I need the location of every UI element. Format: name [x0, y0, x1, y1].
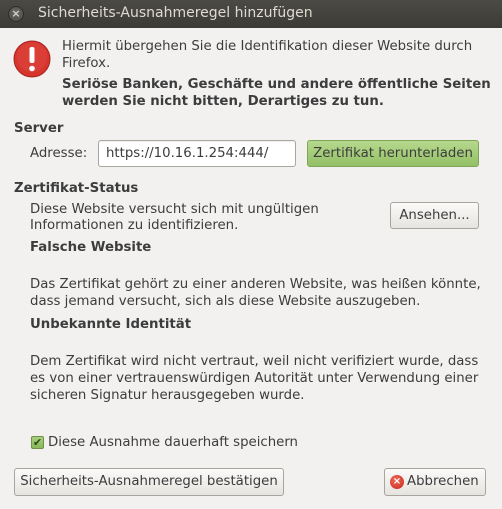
view-certificate-button[interactable]: Ansehen...	[390, 202, 479, 229]
checkmark-icon: ✔	[32, 436, 43, 449]
address-label: Adresse:	[30, 146, 88, 161]
download-certificate-button[interactable]: Zertifikat herunterladen	[307, 140, 479, 167]
wrong-site-text-line-2: dass jemand versucht, sich als diese Web…	[30, 294, 421, 309]
cancel-icon: ×	[390, 475, 404, 489]
server-heading: Server	[14, 121, 64, 136]
window-close-button[interactable]: ×	[8, 6, 24, 22]
permanent-exception-checkbox[interactable]: ✔	[31, 436, 44, 449]
unknown-identity-text-line-2: es von einer vertrauenswürdigen Autoritä…	[30, 371, 479, 386]
warning-exclamation-icon	[13, 40, 51, 78]
intro-text-line-2: Firefox.	[62, 56, 111, 71]
certificate-status-heading: Zertifikat-Status	[14, 181, 139, 196]
permanent-exception-label[interactable]: Diese Ausnahme dauerhaft speichern	[48, 435, 298, 450]
intro-text-line-1: Hiermit übergehen Sie die Identifikation…	[62, 39, 473, 54]
add-security-exception-dialog: × Sicherheits-Ausnahmeregel hinzufügen H…	[0, 0, 502, 509]
status-description-line-1: Diese Website versucht sich mit ungültig…	[30, 202, 319, 217]
close-icon: ×	[11, 7, 21, 20]
cancel-button-label: Abbrechen	[407, 474, 479, 489]
address-input[interactable]	[98, 140, 296, 167]
wrong-site-heading: Falsche Website	[30, 240, 152, 255]
title-bar: × Sicherheits-Ausnahmeregel hinzufügen	[0, 0, 502, 28]
window-title: Sicherheits-Ausnahmeregel hinzufügen	[38, 5, 313, 21]
unknown-identity-text-line-1: Dem Zertifikat wird nicht vertraut, weil…	[30, 354, 479, 369]
confirm-exception-button[interactable]: Sicherheits-Ausnahmeregel bestätigen	[14, 468, 284, 496]
wrong-site-text-line-1: Das Zertifikat gehört zu einer anderen W…	[30, 277, 481, 292]
status-description-line-2: Informationen zu identifizieren.	[30, 218, 239, 233]
intro-warning-line-2: werden Sie nicht bitten, Derartiges zu t…	[62, 94, 384, 109]
intro-warning-line-1: Seriöse Banken, Geschäfte und andere öff…	[62, 77, 491, 92]
unknown-identity-heading: Unbekannte Identität	[30, 317, 192, 332]
cancel-button[interactable]: × Abbrechen	[384, 468, 486, 496]
unknown-identity-text-line-3: sicheren Signatur herausgegeben wurde.	[30, 388, 305, 403]
